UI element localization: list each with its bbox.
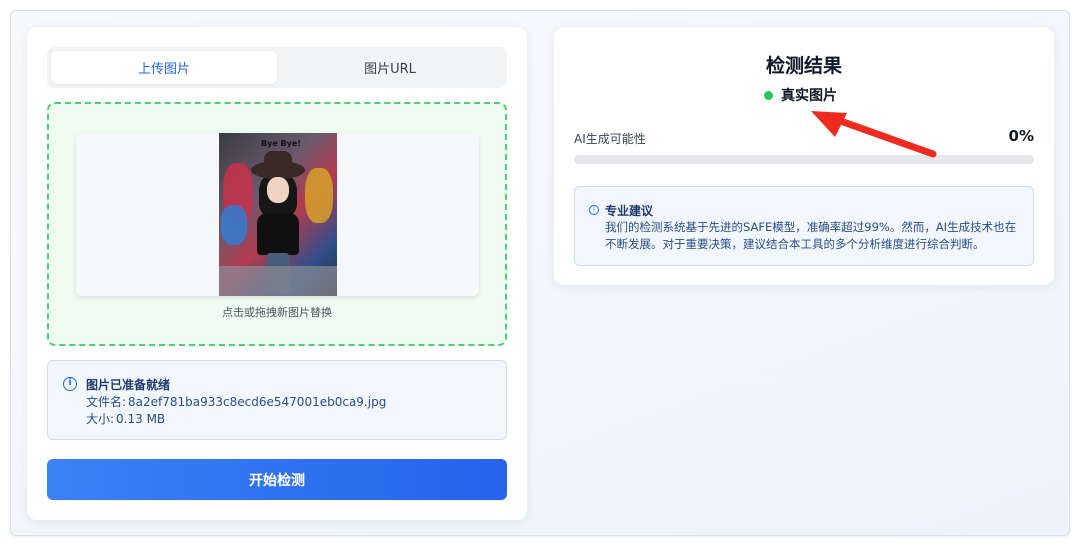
photo-caption: Bye Bye! [261, 139, 301, 148]
result-panel: 检测结果 真实图片 AI生成可能性 0% i 专业建议 我们的检测系统基于先进的… [554, 27, 1054, 285]
file-size-row: 大小: 0.13 MB [86, 410, 165, 427]
result-status-label: 真实图片 [781, 88, 837, 104]
file-name-value: 8a2ef781ba933c8ecd6e547001eb0ca9.jpg [128, 395, 387, 409]
uploaded-image-preview: Bye Bye! [219, 133, 337, 296]
tab-upload-image[interactable]: 上传图片 [51, 51, 277, 84]
file-info-box: i 图片已准备就绪 文件名: 8a2ef781ba933c8ecd6e547001… [47, 360, 507, 440]
ai-probability-bar [574, 155, 1034, 164]
tab-image-url[interactable]: 图片URL [277, 51, 503, 84]
info-icon: i [63, 377, 77, 391]
file-size-value: 0.13 MB [116, 412, 166, 426]
image-preview-frame: Bye Bye! [76, 133, 479, 296]
file-name-row: 文件名: 8a2ef781ba933c8ecd6e547001eb0ca9.jpg [86, 393, 386, 410]
result-title: 检测结果 [765, 55, 842, 77]
start-detection-button[interactable]: 开始检测 [47, 459, 507, 500]
photo-floor [219, 266, 337, 296]
info-icon: i [589, 205, 599, 215]
result-status: 真实图片 [764, 85, 837, 105]
advice-box: i 专业建议 我们的检测系统基于先进的SAFE模型，准确率超过99%。然而，AI… [574, 186, 1034, 266]
photo-face [267, 177, 289, 203]
photo-graffiti-shape [221, 205, 247, 245]
status-dot-icon [764, 90, 773, 100]
ai-probability-value: 0% [1008, 127, 1034, 145]
file-size-label: 大小: [86, 412, 115, 426]
ai-probability-label: AI生成可能性 [574, 132, 646, 146]
photo-graffiti-shape [305, 168, 333, 223]
advice-text: 我们的检测系统基于先进的SAFE模型，准确率超过99%。然而，AI生成技术也在不… [605, 220, 1017, 251]
file-info-title: 图片已准备就绪 [86, 378, 171, 392]
source-tabs: 上传图片 图片URL [47, 47, 507, 88]
upload-panel: 上传图片 图片URL Bye Bye! 点击或拖拽新图片替换 i 图片已准备就绪… [27, 27, 527, 520]
advice-title: 专业建议 [605, 204, 654, 218]
dropzone-hint: 点击或拖拽新图片替换 [222, 306, 332, 319]
image-dropzone[interactable]: Bye Bye! 点击或拖拽新图片替换 [47, 102, 507, 346]
file-name-label: 文件名: [86, 395, 127, 409]
app-window: 上传图片 图片URL Bye Bye! 点击或拖拽新图片替换 i 图片已准备就绪… [10, 10, 1070, 536]
photo-body [257, 213, 299, 255]
